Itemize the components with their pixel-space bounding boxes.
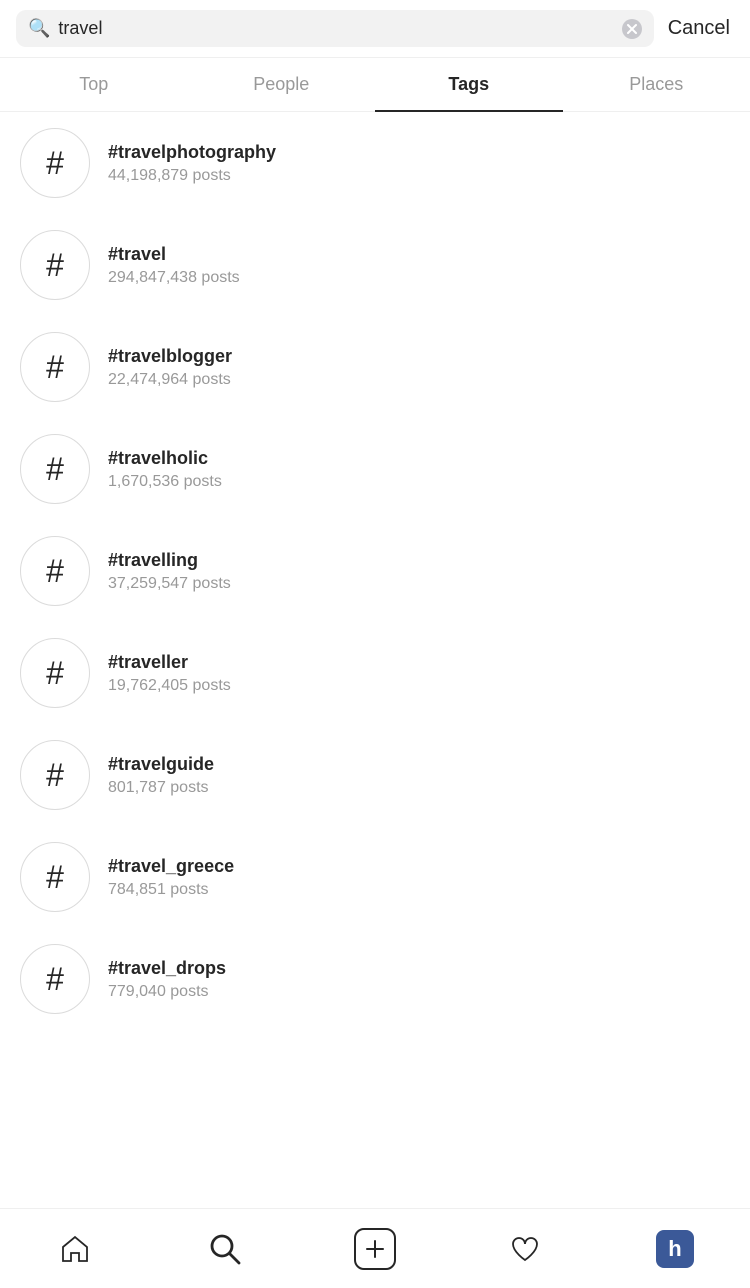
tag-icon-circle: #	[20, 638, 90, 708]
tag-name: #travelblogger	[108, 346, 232, 367]
tag-item[interactable]: # #travelphotography 44,198,879 posts	[0, 112, 750, 214]
tag-count: 22,474,964 posts	[108, 371, 232, 389]
hash-symbol: #	[46, 453, 64, 485]
tag-info: #travel_greece 784,851 posts	[108, 856, 234, 899]
hash-symbol: #	[46, 861, 64, 893]
tag-info: #travel 294,847,438 posts	[108, 244, 240, 287]
tag-item[interactable]: # #travel_greece 784,851 posts	[0, 826, 750, 928]
tag-name: #travel_greece	[108, 856, 234, 877]
tag-info: #travelphotography 44,198,879 posts	[108, 142, 276, 185]
tag-item[interactable]: # #travel_drops 779,040 posts	[0, 928, 750, 1030]
profile-badge: h	[656, 1230, 694, 1268]
tag-info: #travelling 37,259,547 posts	[108, 550, 231, 593]
search-bar: 🔍 Cancel	[0, 0, 750, 58]
tag-item[interactable]: # #travelblogger 22,474,964 posts	[0, 316, 750, 418]
hash-symbol: #	[46, 555, 64, 587]
tag-info: #travelblogger 22,474,964 posts	[108, 346, 232, 389]
tag-name: #travelphotography	[108, 142, 276, 163]
tag-name: #travel_drops	[108, 958, 226, 979]
create-icon	[354, 1228, 396, 1270]
tag-count: 801,787 posts	[108, 779, 214, 797]
bottom-nav: h	[0, 1208, 750, 1288]
tag-name: #traveller	[108, 652, 231, 673]
nav-create[interactable]	[345, 1219, 405, 1279]
tag-count: 19,762,405 posts	[108, 677, 231, 695]
hash-symbol: #	[46, 759, 64, 791]
nav-search[interactable]	[195, 1219, 255, 1279]
hash-symbol: #	[46, 249, 64, 281]
hash-symbol: #	[46, 351, 64, 383]
tag-count: 44,198,879 posts	[108, 167, 276, 185]
search-input[interactable]	[58, 18, 613, 39]
hash-symbol: #	[46, 963, 64, 995]
tag-item[interactable]: # #travel 294,847,438 posts	[0, 214, 750, 316]
tag-item[interactable]: # #travelguide 801,787 posts	[0, 724, 750, 826]
tag-name: #travelholic	[108, 448, 222, 469]
nav-home[interactable]	[45, 1219, 105, 1279]
tabs: Top People Tags Places	[0, 58, 750, 112]
tag-icon-circle: #	[20, 740, 90, 810]
tab-tags[interactable]: Tags	[375, 58, 563, 111]
tag-icon-circle: #	[20, 536, 90, 606]
hash-symbol: #	[46, 147, 64, 179]
tag-info: #travel_drops 779,040 posts	[108, 958, 226, 1001]
nav-profile[interactable]: h	[645, 1219, 705, 1279]
nav-activity[interactable]	[495, 1219, 555, 1279]
tab-top[interactable]: Top	[0, 58, 188, 111]
tag-item[interactable]: # #travelling 37,259,547 posts	[0, 520, 750, 622]
search-nav-icon	[208, 1232, 242, 1266]
clear-icon	[622, 19, 642, 39]
tag-count: 294,847,438 posts	[108, 269, 240, 287]
tag-list: # #travelphotography 44,198,879 posts # …	[0, 112, 750, 1030]
tag-icon-circle: #	[20, 128, 90, 198]
tag-icon-circle: #	[20, 842, 90, 912]
hash-symbol: #	[46, 657, 64, 689]
tag-name: #travelguide	[108, 754, 214, 775]
tag-name: #travelling	[108, 550, 231, 571]
tag-name: #travel	[108, 244, 240, 265]
tag-icon-circle: #	[20, 230, 90, 300]
tag-item[interactable]: # #traveller 19,762,405 posts	[0, 622, 750, 724]
tag-count: 779,040 posts	[108, 983, 226, 1001]
tag-info: #travelholic 1,670,536 posts	[108, 448, 222, 491]
home-icon	[60, 1234, 90, 1264]
tag-info: #travelguide 801,787 posts	[108, 754, 214, 797]
clear-button[interactable]	[622, 19, 642, 39]
tag-count: 1,670,536 posts	[108, 473, 222, 491]
tag-count: 784,851 posts	[108, 881, 234, 899]
tag-icon-circle: #	[20, 332, 90, 402]
tag-count: 37,259,547 posts	[108, 575, 231, 593]
tag-item[interactable]: # #travelholic 1,670,536 posts	[0, 418, 750, 520]
search-icon: 🔍	[28, 18, 50, 39]
search-input-wrapper: 🔍	[16, 10, 654, 47]
tab-places[interactable]: Places	[563, 58, 750, 111]
tag-info: #traveller 19,762,405 posts	[108, 652, 231, 695]
tag-icon-circle: #	[20, 944, 90, 1014]
heart-icon	[510, 1234, 540, 1264]
tab-people[interactable]: People	[188, 58, 376, 111]
tag-icon-circle: #	[20, 434, 90, 504]
cancel-button[interactable]: Cancel	[664, 17, 734, 40]
